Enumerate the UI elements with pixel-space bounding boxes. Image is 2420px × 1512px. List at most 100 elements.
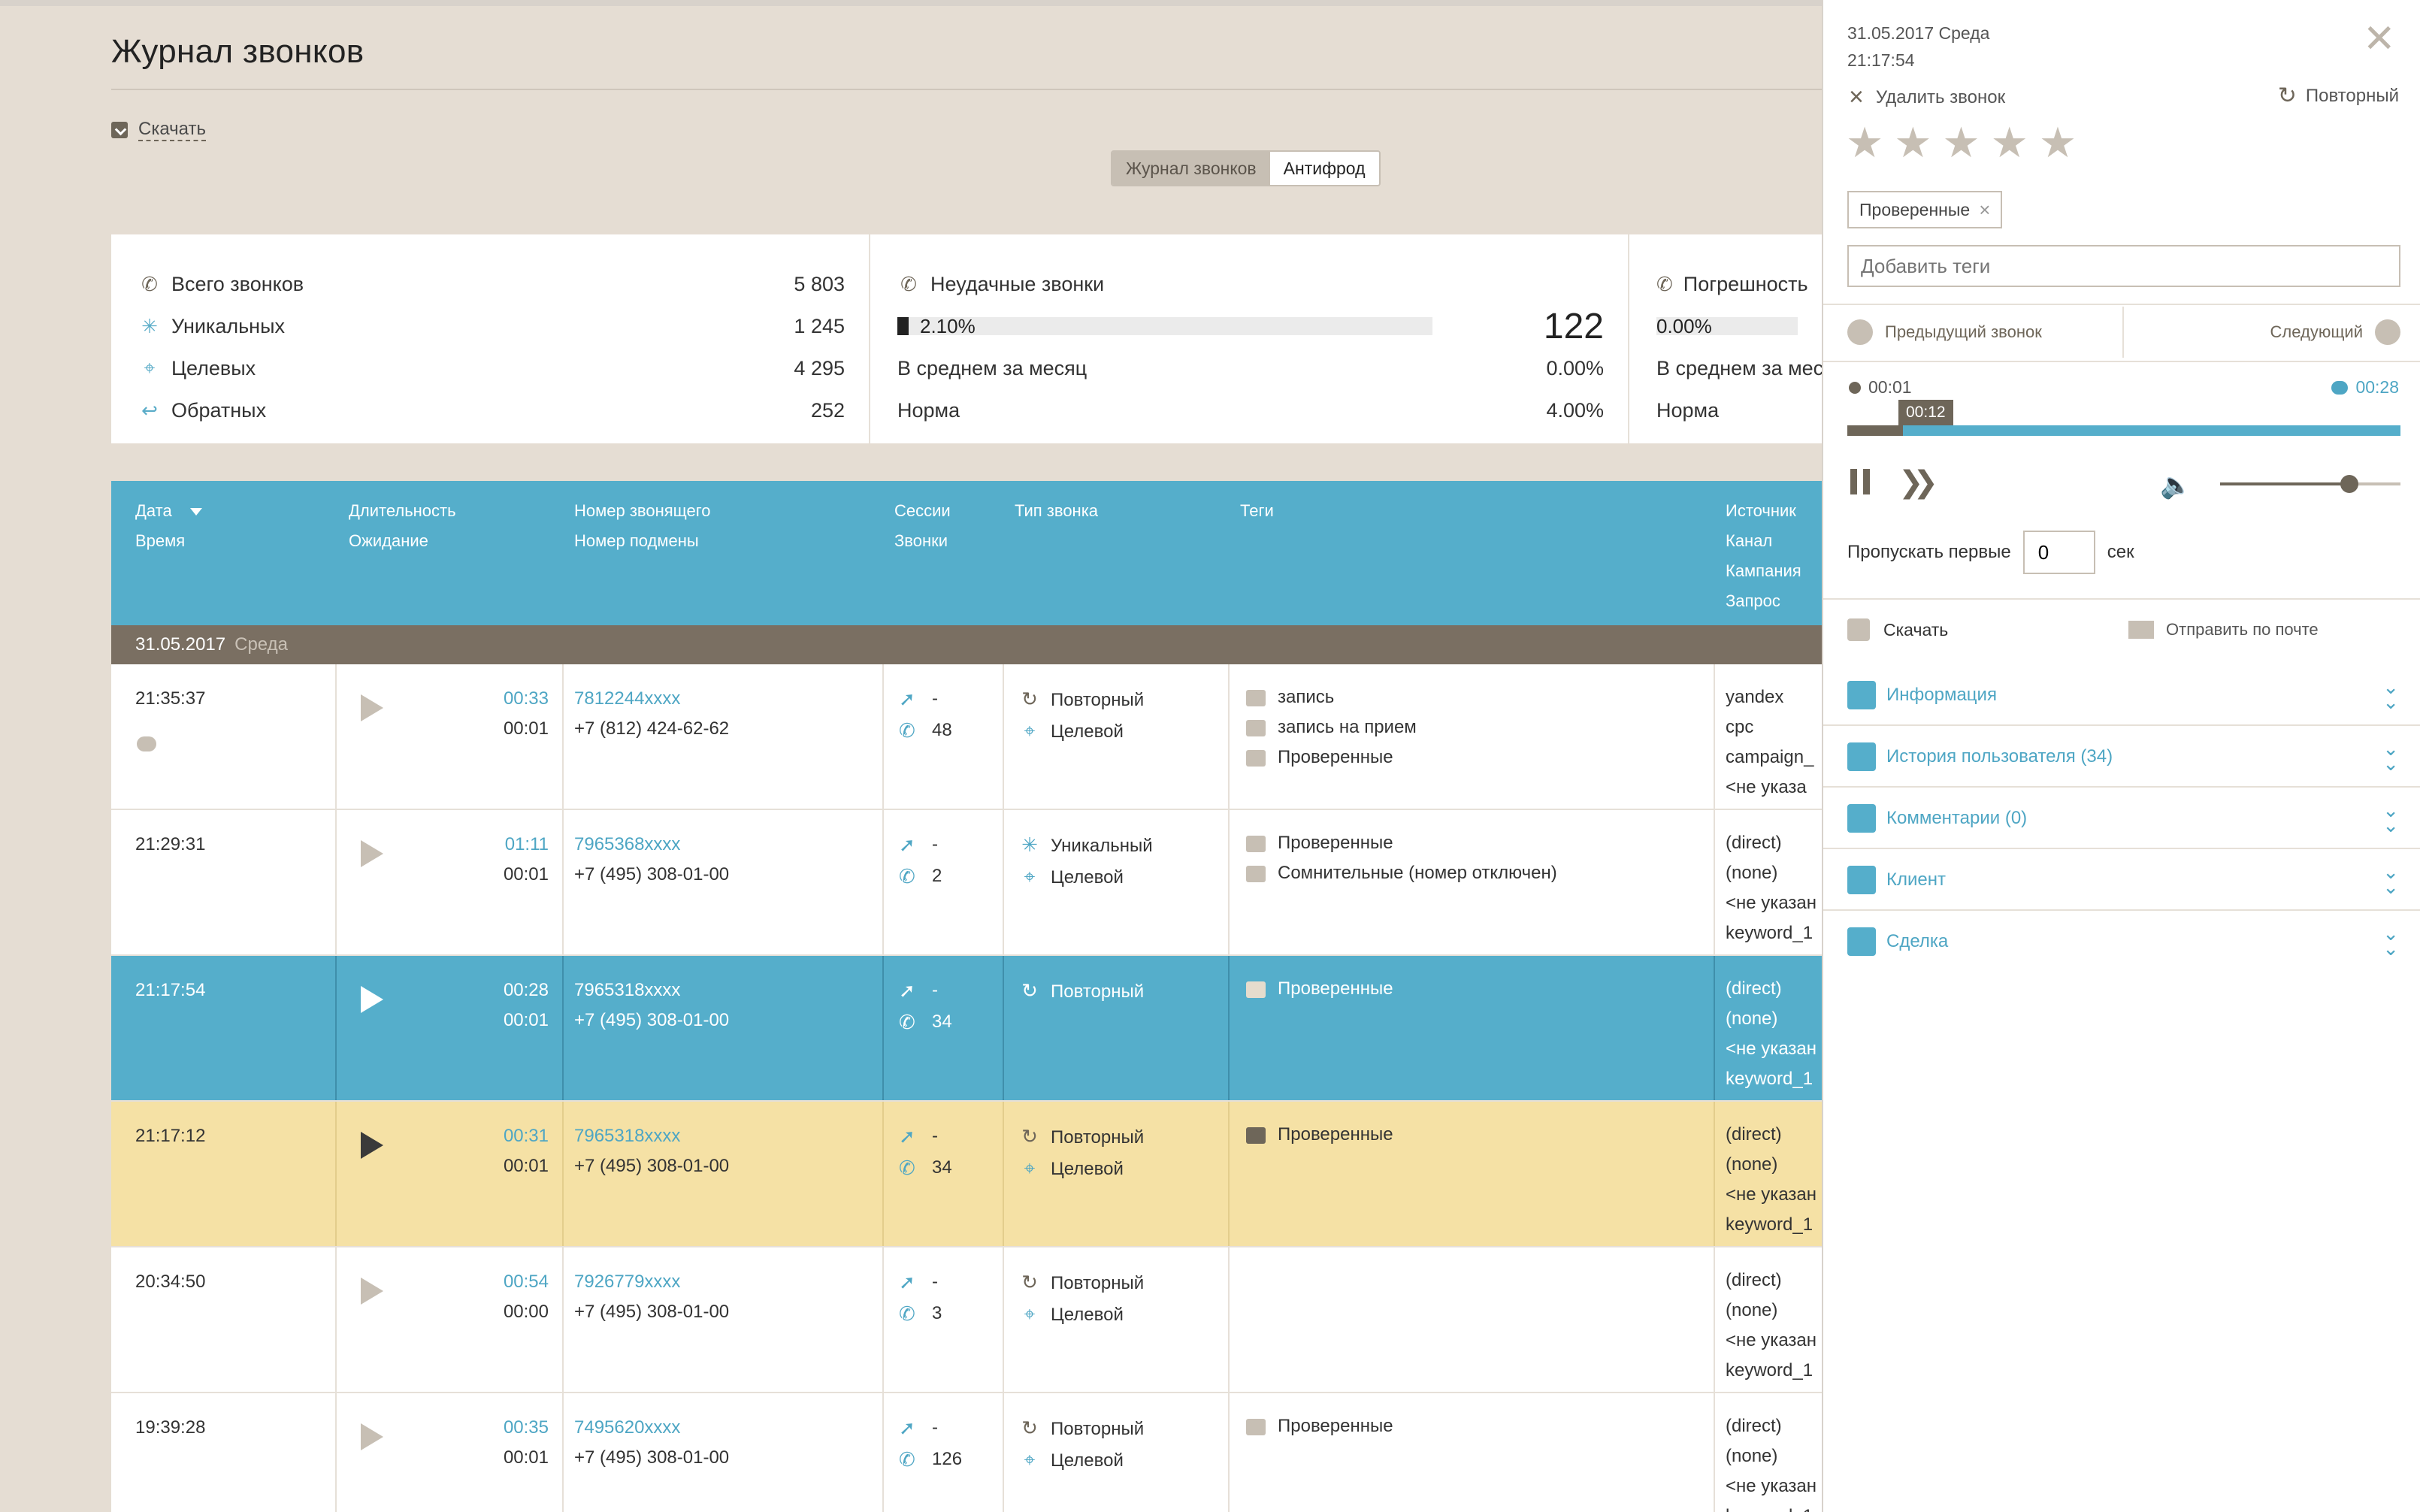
close-icon[interactable]: ✕ xyxy=(2363,20,2396,59)
remove-tag-icon[interactable]: × xyxy=(1979,198,1990,222)
stat-total-value: 5 803 xyxy=(794,272,845,295)
section-comments[interactable]: Комментарии (0) ⌄ ⌄ xyxy=(1823,788,2420,849)
row-type-primary-label: Повторный xyxy=(1051,1127,1145,1148)
section-info[interactable]: Информация ⌄ ⌄ xyxy=(1823,664,2420,726)
row-source-line: campaign_ xyxy=(1726,747,1814,767)
star-icon[interactable]: ★ xyxy=(1991,120,2028,165)
row-caller-number[interactable]: 7965368xxxx xyxy=(574,830,680,860)
add-tags-input[interactable] xyxy=(1847,245,2400,287)
row-source-line: (none) xyxy=(1726,863,1778,883)
stat-total-label: Всего звонков xyxy=(171,272,304,295)
tag-icon xyxy=(1246,1126,1266,1144)
call-log-main: Журнал звонков Скачать Журнал звонков Ан… xyxy=(0,0,1822,1512)
column-divider xyxy=(1228,1247,1230,1392)
download-record-label: Скачать xyxy=(1883,619,1949,640)
next-call-button[interactable]: Следующий xyxy=(2270,304,2400,361)
row-wait: 00:01 xyxy=(503,718,549,739)
audio-progress-track[interactable] xyxy=(1847,425,2400,436)
play-icon[interactable] xyxy=(361,1132,383,1159)
col-date-time[interactable]: Дата Время xyxy=(135,496,202,556)
tab-call-log[interactable]: Журнал звонков xyxy=(1112,152,1270,185)
skip-seconds-input[interactable] xyxy=(2022,531,2095,574)
play-icon[interactable] xyxy=(361,694,383,721)
total-time-value: 00:28 xyxy=(2355,377,2399,397)
row-caller-number[interactable]: 7965318xxxx xyxy=(574,1121,680,1151)
header-wait: Ожидание xyxy=(349,531,428,550)
row-substitute-number: +7 (495) 308-01-00 xyxy=(574,1010,730,1030)
star-icon[interactable]: ★ xyxy=(2039,120,2077,165)
col-numbers[interactable]: Номер звонящего Номер подмены xyxy=(574,496,711,556)
pause-icon[interactable] xyxy=(1850,469,1870,494)
row-tag-label: Проверенные xyxy=(1278,978,1393,999)
group-weekday: Среда xyxy=(234,634,288,655)
row-type-primary: ↻ Повторный xyxy=(1019,1121,1144,1153)
column-divider xyxy=(562,810,564,954)
title-divider xyxy=(111,89,1822,90)
table-row[interactable]: 19:39:28 00:35 00:01 7495620xxxx +7 (495) 30… xyxy=(111,1393,1822,1512)
column-divider xyxy=(882,1247,884,1392)
prev-call-button[interactable]: Предыдущий звонок xyxy=(1847,304,2042,361)
row-wait: 00:01 xyxy=(503,1447,549,1468)
row-tag-label: запись xyxy=(1278,687,1335,707)
row-time: 21:17:54 xyxy=(135,980,206,1000)
table-row[interactable]: 21:17:12 00:31 00:01 7965318xxxx +7 (495) 30… xyxy=(111,1102,1822,1247)
sort-caret-icon xyxy=(189,508,202,516)
delete-call-button[interactable]: × Удалить звонок xyxy=(1849,83,2005,112)
row-caller-number[interactable]: 7495620xxxx xyxy=(574,1413,680,1443)
volume-icon[interactable]: 🔈 xyxy=(2160,470,2192,500)
row-wait: 00:00 xyxy=(503,1302,549,1322)
errors-pct: 0.00% xyxy=(1656,314,1712,337)
col-duration[interactable]: Длительность Ожидание xyxy=(349,496,456,556)
table-row[interactable]: 21:29:31 01:11 00:01 7965368xxxx +7 (495) 30… xyxy=(111,810,1822,956)
col-source[interactable]: Источник Канал Кампания Запрос xyxy=(1726,496,1801,616)
error-call-icon: ✆ xyxy=(1656,272,1673,295)
next-call-label: Следующий xyxy=(2270,322,2364,341)
play-icon[interactable] xyxy=(361,1278,383,1305)
table-row[interactable]: 21:17:54 00:28 00:01 7965318xxxx +7 (495) 30… xyxy=(111,956,1822,1102)
header-caller: Номер звонящего xyxy=(574,501,711,520)
row-tag-label: Проверенные xyxy=(1278,1124,1393,1145)
panel-actions: Скачать Отправить по почте xyxy=(1823,601,2420,661)
comments-icon xyxy=(1847,804,1876,833)
col-tags[interactable]: Теги xyxy=(1240,496,1274,526)
repeat-icon: ↻ xyxy=(1021,1271,1038,1293)
call-detail-panel: 31.05.2017 Среда 21:17:54 ✕ × Удалить зв… xyxy=(1822,0,2420,1512)
col-type[interactable]: Тип звонка xyxy=(1015,496,1098,526)
star-icon[interactable]: ★ xyxy=(1942,120,1980,165)
play-icon[interactable] xyxy=(361,986,383,1013)
volume-slider[interactable] xyxy=(2220,475,2400,493)
row-type-primary-label: Уникальный xyxy=(1051,836,1153,856)
column-divider xyxy=(335,1102,337,1246)
play-icon[interactable] xyxy=(361,1423,383,1450)
row-caller-number[interactable]: 7812244xxxx xyxy=(574,684,680,714)
clock-icon xyxy=(1849,381,1861,394)
comment-icon xyxy=(2331,380,2349,395)
send-email-button[interactable]: Отправить по почте xyxy=(2128,601,2319,658)
table-row[interactable]: 21:35:37 00:33 00:01 7812244xxxx +7 (812) 42… xyxy=(111,664,1822,810)
star-icon[interactable]: ★ xyxy=(1846,120,1883,165)
download-record-button[interactable]: Скачать xyxy=(1847,601,1948,658)
row-caller-number[interactable]: 7965318xxxx xyxy=(574,975,680,1005)
section-client[interactable]: Клиент ⌄ ⌄ xyxy=(1823,849,2420,911)
errors-title: Погрешность xyxy=(1683,272,1808,295)
call-datetime: 31.05.2017 Среда 21:17:54 xyxy=(1847,20,1989,74)
tab-antifraud[interactable]: Антифрод xyxy=(1269,152,1379,185)
download-link[interactable]: Скачать xyxy=(111,119,206,141)
row-source-line: (none) xyxy=(1726,1300,1778,1320)
volume-knob[interactable] xyxy=(2340,475,2358,493)
section-deal[interactable]: Сделка ⌄ ⌄ xyxy=(1823,911,2420,972)
row-source-line: <не указан xyxy=(1726,1476,1817,1496)
failed-norm-row: Норма 4.00% xyxy=(897,389,1604,431)
row-wait: 00:01 xyxy=(503,1010,549,1030)
column-divider xyxy=(562,1102,564,1246)
fast-forward-icon[interactable]: ❯❯ xyxy=(1898,467,1938,497)
col-sessions[interactable]: Сессии Звонки xyxy=(894,496,951,556)
table-row[interactable]: 20:34:50 00:54 00:00 7926779xxxx +7 (495) 30… xyxy=(111,1247,1822,1393)
star-icon[interactable]: ★ xyxy=(1894,120,1931,165)
failed-avg-row: В среднем за месяц 0.00% xyxy=(897,347,1604,389)
stat-target-value: 4 295 xyxy=(794,356,845,380)
row-caller-number[interactable]: 7926779xxxx xyxy=(574,1267,680,1297)
section-user-history[interactable]: История пользователя (34) ⌄ ⌄ xyxy=(1823,726,2420,788)
play-icon[interactable] xyxy=(361,840,383,867)
row-calls-value: 2 xyxy=(932,866,942,886)
